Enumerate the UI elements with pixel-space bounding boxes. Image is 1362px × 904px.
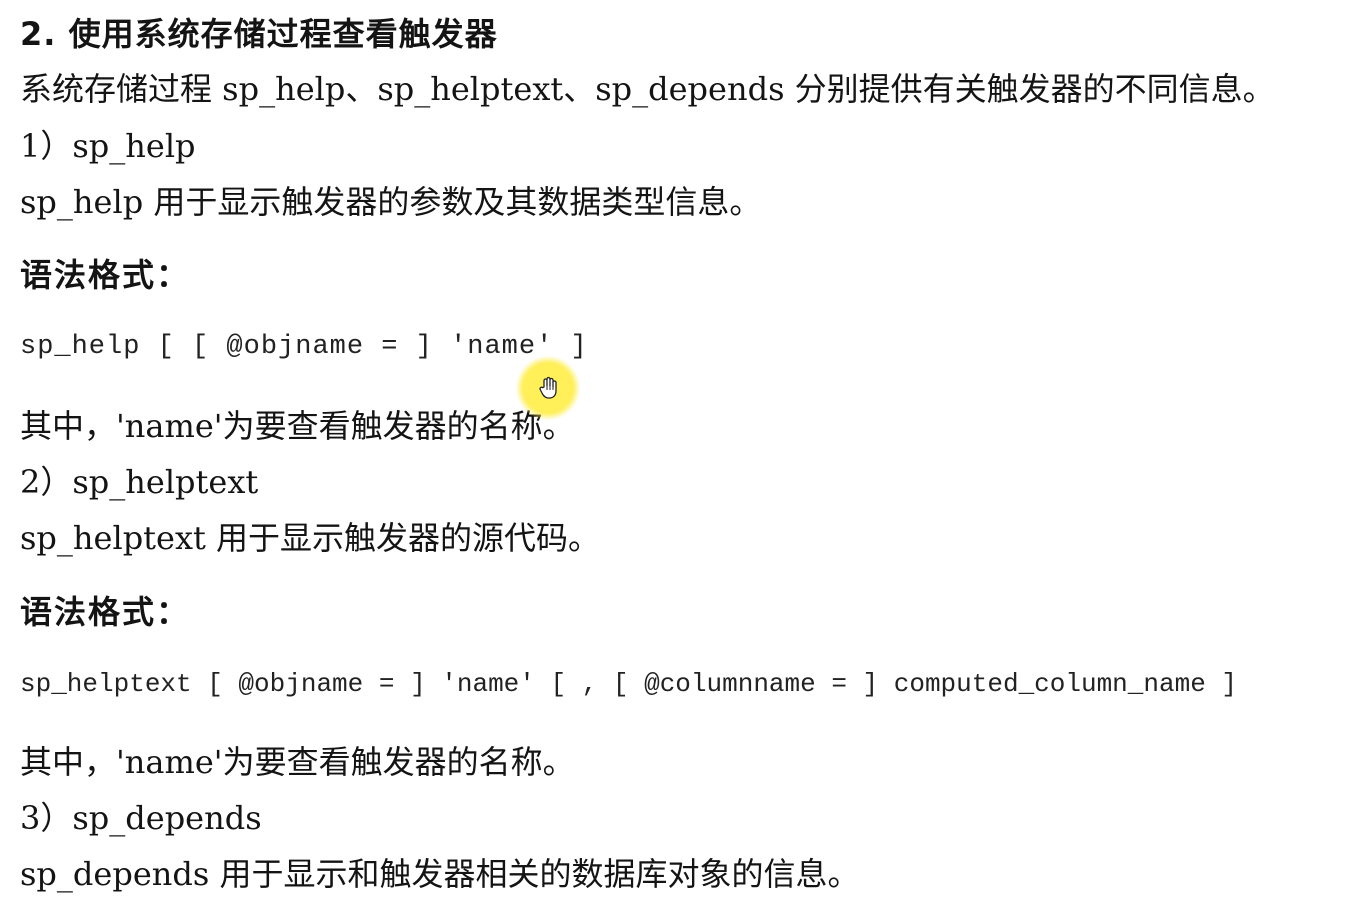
- sp-help-syntax-label: 语法格式：: [20, 256, 191, 294]
- sp-helptext-syntax: sp_helptext [ @objname = ] 'name' [ , [ …: [20, 669, 1237, 699]
- sp-help-syntax: sp_help [ [ @objname = ] 'name' ]: [20, 332, 588, 362]
- section-heading: 2. 使用系统存储过程查看触发器: [20, 15, 498, 53]
- sp-help-note: 其中，'name'为要查看触发器的名称。: [20, 407, 575, 445]
- sp-helptext-description: sp_helptext 用于显示触发器的源代码。: [20, 519, 601, 557]
- sp-depends-title: 3）sp_depends: [20, 799, 262, 837]
- sp-helptext-title: 2）sp_helptext: [20, 463, 259, 501]
- sp-helptext-syntax-label: 语法格式：: [20, 593, 191, 631]
- section-intro: 系统存储过程 sp_help、sp_helptext、sp_depends 分别…: [20, 70, 1275, 108]
- sp-help-description: sp_help 用于显示触发器的参数及其数据类型信息。: [20, 183, 762, 221]
- sp-helptext-note: 其中，'name'为要查看触发器的名称。: [20, 743, 575, 781]
- sp-help-title: 1）sp_help: [20, 127, 196, 165]
- sp-depends-description: sp_depends 用于显示和触发器相关的数据库对象的信息。: [20, 855, 860, 893]
- hand-pointer-icon: [539, 376, 557, 399]
